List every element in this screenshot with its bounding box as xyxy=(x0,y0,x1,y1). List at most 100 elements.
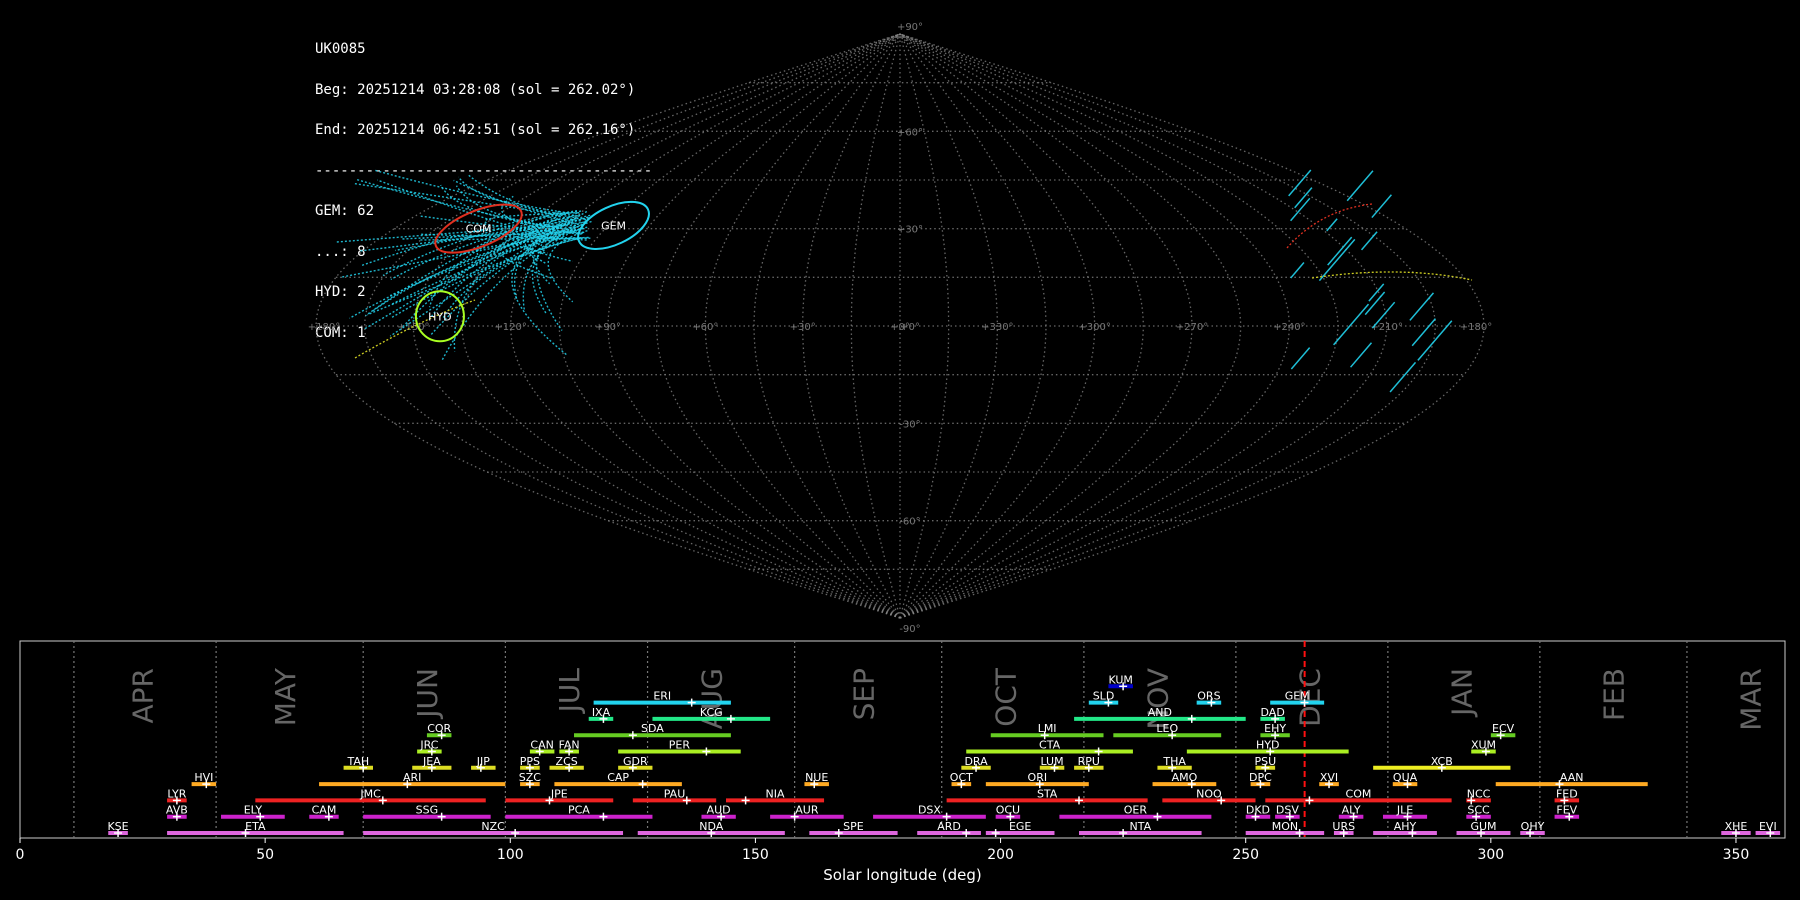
shower-label: DPC xyxy=(1249,771,1272,784)
shower-label: EGE xyxy=(1009,820,1031,833)
shower-label: PAU xyxy=(664,787,686,800)
shower-label: ECV xyxy=(1492,722,1515,735)
x-tick-label: 300 xyxy=(1477,847,1504,863)
shower-label: COM xyxy=(1346,787,1372,800)
x-tick-label: 50 xyxy=(256,847,274,863)
shower-label: AHY xyxy=(1394,820,1417,833)
shower-label: DSX xyxy=(918,804,941,817)
meteor-trail-gem xyxy=(1346,170,1374,202)
shower-label: SLD xyxy=(1093,690,1115,703)
lat-label: -30° xyxy=(899,419,920,430)
lat-label: +60° xyxy=(897,127,923,138)
x-tick-label: 0 xyxy=(16,847,25,863)
shower-label: ETA xyxy=(245,820,266,833)
shower-label: ALY xyxy=(1342,804,1361,817)
lon-label: +180° xyxy=(1460,322,1492,333)
shower-label: AND xyxy=(1148,706,1172,719)
shower-label: NIA xyxy=(766,787,785,800)
lon-label: +210° xyxy=(1370,322,1402,333)
shower-label: LUM xyxy=(1040,755,1063,768)
lon-label: +330° xyxy=(981,322,1013,333)
x-tick-label: 200 xyxy=(987,847,1014,863)
meteor-trail-gem xyxy=(1360,231,1378,251)
shower-label: XVI xyxy=(1320,771,1338,784)
meteor-trail-gem xyxy=(1290,347,1311,370)
lon-label: +60° xyxy=(692,322,718,333)
shower-label: AMO xyxy=(1172,771,1198,784)
shower-label: IXA xyxy=(592,706,611,719)
lon-label: +90° xyxy=(595,322,621,333)
shower-label: OHY xyxy=(1521,820,1545,833)
lat-label: +90° xyxy=(897,22,923,33)
lon-label: +300° xyxy=(1078,322,1110,333)
shower-label: ARD xyxy=(937,820,961,833)
shower-label: KSE xyxy=(107,820,128,833)
shower-label: SDA xyxy=(641,722,664,735)
shower-label: DSV xyxy=(1276,804,1299,817)
month-label: FEB xyxy=(1597,668,1630,721)
meteor-trail-gem xyxy=(1350,342,1373,368)
x-axis-label: Solar longitude (deg) xyxy=(823,866,981,884)
meteor-trail-gem xyxy=(1327,236,1353,266)
radiant-label-gem: GEM xyxy=(601,219,626,232)
meteor-trail-gem xyxy=(1417,320,1453,361)
shower-label: DKD xyxy=(1246,804,1270,817)
shower-label: STA xyxy=(1037,787,1058,800)
x-tick-label: 250 xyxy=(1232,847,1259,863)
shower-label: CAN xyxy=(530,739,553,752)
shower-label: OCU xyxy=(996,804,1020,817)
shower-label: THA xyxy=(1162,755,1186,768)
shower-label: NTA xyxy=(1129,820,1151,833)
meteor-trail-gem xyxy=(365,210,560,317)
shower-label: JEA xyxy=(422,755,441,768)
lon-label: +120° xyxy=(494,322,526,333)
shower-label: XHE xyxy=(1725,820,1748,833)
shower-label: PER xyxy=(669,739,691,752)
shower-label: QUA xyxy=(1393,771,1418,784)
shower-label: SSG xyxy=(416,804,439,817)
shower-label: SCC xyxy=(1467,804,1490,817)
meteor-trail-gem xyxy=(429,220,587,337)
shower-label: TAH xyxy=(346,755,369,768)
shower-label: EVI xyxy=(1759,820,1777,833)
shower-label: GDR xyxy=(623,755,648,768)
shower-label: JRC xyxy=(419,739,438,752)
shower-label: XUM xyxy=(1471,739,1496,752)
lon-label: +270° xyxy=(1176,322,1208,333)
x-tick-label: 100 xyxy=(497,847,524,863)
shower-label: MON xyxy=(1272,820,1298,833)
shower-label: JPE xyxy=(550,787,568,800)
shower-label: AUD xyxy=(707,804,731,817)
month-label: JUL xyxy=(553,668,586,715)
shower-label: ELY xyxy=(244,804,263,817)
x-tick-label: 350 xyxy=(1723,847,1750,863)
shower-label: CAM xyxy=(312,804,337,817)
shower-label: GUM xyxy=(1470,820,1496,833)
shower-label: XCB xyxy=(1431,755,1453,768)
shower-label: CTA xyxy=(1039,739,1061,752)
shower-label: OER xyxy=(1124,804,1148,817)
shower-label: PSU xyxy=(1254,755,1276,768)
shower-label: RPU xyxy=(1078,755,1100,768)
meteor-trail-gem xyxy=(1411,318,1437,347)
shower-label: PCA xyxy=(568,804,590,817)
month-label: OCT xyxy=(989,667,1022,727)
meteor-trail-sporadic xyxy=(1311,271,1473,281)
shower-label: PPS xyxy=(520,755,540,768)
shower-label: FAN xyxy=(559,739,580,752)
meteor-trail-gem xyxy=(1290,262,1305,279)
shower-label: SZC xyxy=(519,771,542,784)
lat-label: -60° xyxy=(899,517,920,528)
meteor-trail-gem xyxy=(1333,303,1370,346)
shower-label: NUE xyxy=(805,771,828,784)
lon-label: +150° xyxy=(397,322,429,333)
shower-label: ARI xyxy=(403,771,421,784)
shower-label: FED xyxy=(1556,787,1578,800)
lat-label: -90° xyxy=(899,624,920,635)
radiant-label-com: COM xyxy=(466,223,492,236)
month-label: MAR xyxy=(1735,668,1768,731)
shower-label: JIP xyxy=(476,755,490,768)
shower-label: URS xyxy=(1332,820,1355,833)
shower-label: OCT xyxy=(950,771,973,784)
shower-label: JLE xyxy=(1396,804,1413,817)
